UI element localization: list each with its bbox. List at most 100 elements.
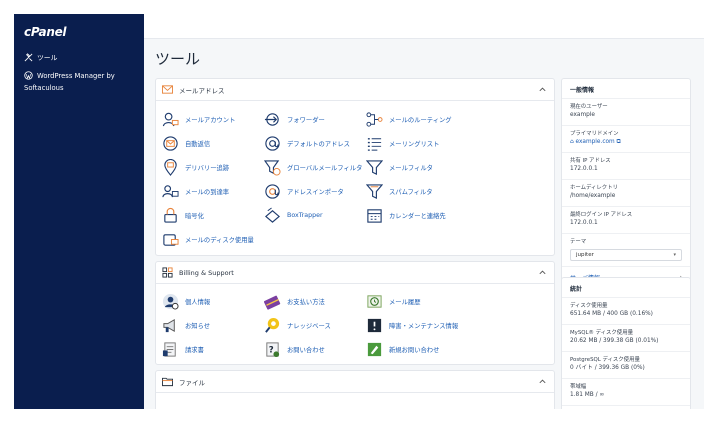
announcements-icon <box>162 317 179 334</box>
info-value: /home/example <box>570 193 616 199</box>
tool-email-routing[interactable]: メールのルーティング <box>366 109 452 129</box>
tool-email-filters[interactable]: メールフィルタ <box>366 157 433 177</box>
envelope-icon <box>162 84 173 95</box>
new-ticket-icon <box>366 341 383 358</box>
tool-label: グローバルメールフィルタ <box>287 164 363 172</box>
tool-spam-filters[interactable]: スパムフィルタ <box>366 181 433 201</box>
personal-info-icon <box>162 293 179 310</box>
stat-key: ディスク使用量 <box>570 303 608 309</box>
payment-method-icon <box>264 293 281 310</box>
panel-title: Billing & Support <box>179 268 234 277</box>
cpanel-window: cPanel ツール WordPress Manager by Softacul… <box>14 14 704 409</box>
tool-track-delivery[interactable]: デリバリー追跡 <box>162 157 229 177</box>
tool-label: フォワーダー <box>287 116 325 124</box>
theme-select[interactable]: jupiter ▾ <box>570 249 682 261</box>
tool-forwarders[interactable]: フォワーダー <box>264 109 325 129</box>
tool-address-importer[interactable]: アドレスインポータ <box>264 181 344 201</box>
stat-bandwidth: 帯域幅 1.81 MB / ∞ <box>562 378 690 405</box>
info-primary-domain: プライマリドメイン ⌂ example.com ⧉ <box>562 125 690 152</box>
tool-new-inquiry[interactable]: 新規お問い合わせ <box>366 339 439 359</box>
general-info-title: 一般情報 <box>570 87 595 94</box>
tool-autoresponders[interactable]: 自動返信 <box>162 133 210 153</box>
boxtrapper-icon <box>264 207 281 224</box>
contact-icon: ? <box>264 341 281 358</box>
tool-maintenance-info[interactable]: 障害・メンテナンス情報 <box>366 315 458 335</box>
tool-email-deliverability[interactable]: メールの到達率 <box>162 181 229 201</box>
stat-value: 20.62 MB / 399.38 GB (0.01%) <box>570 338 659 344</box>
tool-announcements[interactable]: お知らせ <box>162 315 210 335</box>
mailing-lists-icon <box>366 135 383 152</box>
tool-calendars-contacts[interactable]: カレンダーと連絡先 <box>366 205 446 225</box>
info-key: 共有 IP アドレス <box>570 158 611 164</box>
external-link-icon: ⧉ <box>614 139 621 145</box>
tool-label: カレンダーと連絡先 <box>389 212 446 220</box>
tool-invoices[interactable]: 請求書 <box>162 339 204 359</box>
tool-mailing-lists[interactable]: メーリングリスト <box>366 133 439 153</box>
tool-label: お支払い方法 <box>287 298 325 306</box>
domain-text: example.com <box>575 139 615 145</box>
general-info-panel: 一般情報 現在のユーザー example プライマリドメイン ⌂ example… <box>561 78 691 290</box>
email-filter-icon <box>366 159 383 176</box>
wordpress-icon <box>24 71 33 80</box>
tool-email-accounts[interactable]: メールアカウント <box>162 109 235 129</box>
statistics-panel: 統計 ディスク使用量 651.64 MB / 400 GB (0.16%) My… <box>561 277 691 409</box>
tool-label: デリバリー追跡 <box>185 164 230 172</box>
theme-value: jupiter <box>576 252 594 258</box>
info-last-login-ip: 最終ログイン IP アドレス 172.0.0.1 <box>562 206 690 233</box>
tool-label: メールのディスク使用量 <box>185 236 254 244</box>
tool-email-disk-usage[interactable]: メールのディスク使用量 <box>162 229 254 249</box>
primary-domain-link[interactable]: ⌂ example.com ⧉ <box>570 138 682 147</box>
stat-key: 帯域幅 <box>570 384 587 390</box>
info-key: テーマ <box>570 239 587 245</box>
caret-down-icon: ▾ <box>673 252 676 258</box>
stat-key: PostgreSQL ディスク使用量 <box>570 357 640 363</box>
autoresponders-icon <box>162 135 179 152</box>
info-shared-ip: 共有 IP アドレス 172.0.0.1 <box>562 152 690 179</box>
billing-panel: Billing & Support 個人情報 お支払い方法 メール履歴 お知らせ… <box>155 261 555 365</box>
email-routing-icon <box>366 111 383 128</box>
stat-disk-usage: ディスク使用量 651.64 MB / 400 GB (0.16%) <box>562 297 690 324</box>
tool-label: お問い合わせ <box>287 346 325 354</box>
tool-encryption[interactable]: 暗号化 <box>162 205 204 225</box>
chevron-up-icon[interactable] <box>538 377 547 386</box>
chevron-up-icon[interactable] <box>538 85 547 94</box>
email-panel-header[interactable]: メールアドレス <box>156 79 554 101</box>
panel-title: メールアドレス <box>179 86 225 95</box>
tool-personal-info[interactable]: 個人情報 <box>162 291 210 311</box>
tool-email-history[interactable]: メール履歴 <box>366 291 420 311</box>
tool-contact[interactable]: ? お問い合わせ <box>264 339 325 359</box>
sidebar-item-tools[interactable]: ツール <box>24 53 57 63</box>
tool-default-address[interactable]: デフォルトのアドレス <box>264 133 350 153</box>
tool-knowledge-base[interactable]: ナレッジベース <box>264 315 331 335</box>
stat-value: 1.81 MB / ∞ <box>570 392 605 398</box>
email-disk-usage-icon <box>162 231 179 248</box>
billing-panel-header[interactable]: Billing & Support <box>156 262 554 284</box>
tool-boxtrapper[interactable]: BoxTrapper <box>264 205 323 225</box>
tool-global-email-filters[interactable]: グローバルメールフィルタ <box>264 157 362 177</box>
email-history-icon <box>366 293 383 310</box>
tool-label: メーリングリスト <box>389 140 440 148</box>
tool-label: メールの到達率 <box>185 188 230 196</box>
track-delivery-icon <box>162 158 179 176</box>
info-value: 172.0.0.1 <box>570 166 598 172</box>
stat-value: 0 バイト / 399.36 GB (0%) <box>570 365 645 371</box>
tool-label: アドレスインポータ <box>287 188 344 196</box>
panel-title: ファイル <box>179 378 205 387</box>
tool-label: デフォルトのアドレス <box>287 140 350 148</box>
tool-label: 請求書 <box>185 346 204 354</box>
tool-label: メール履歴 <box>389 298 421 306</box>
sidebar-item-wordpress[interactable]: WordPress Manager by <box>24 71 115 81</box>
sidebar-item-label: WordPress Manager by <box>37 72 115 80</box>
chevron-up-icon[interactable] <box>538 268 547 277</box>
sidebar-item-label: ツール <box>37 54 58 62</box>
svg-text:?: ? <box>269 345 274 355</box>
email-panel: メールアドレス メールアカウント フォワーダー メールのルーティング 自動返信 … <box>155 78 555 256</box>
tool-payment-method[interactable]: お支払い方法 <box>264 291 325 311</box>
stat-key: MySQL® ディスク使用量 <box>570 330 633 336</box>
sidebar: cPanel ツール WordPress Manager by Softacul… <box>14 14 144 409</box>
info-key: 現在のユーザー <box>570 104 608 110</box>
top-bar <box>144 14 704 39</box>
info-current-user: 現在のユーザー example <box>562 98 690 125</box>
files-panel-header[interactable]: ファイル <box>156 371 554 393</box>
cpanel-logo[interactable]: cPanel <box>24 25 67 39</box>
